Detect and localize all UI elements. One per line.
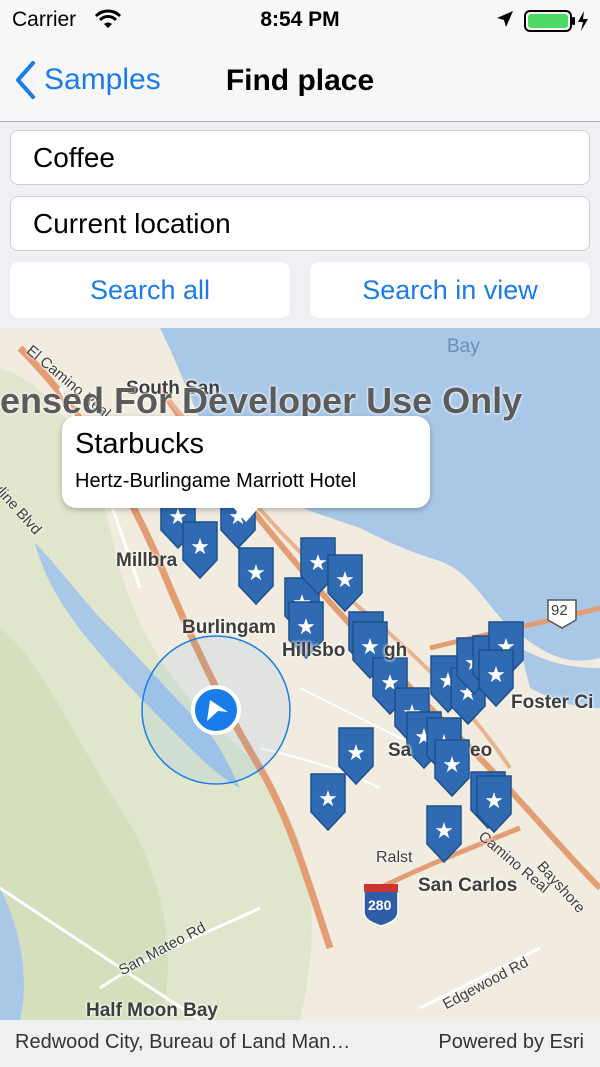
map-label-ralston: Ralst	[376, 849, 413, 866]
star-icon: ★	[486, 662, 506, 687]
powered-by-esri: Powered by Esri	[438, 1031, 584, 1053]
star-icon: ★	[346, 740, 366, 765]
map-label-highway-92: 92	[551, 602, 568, 619]
page-title: Find place	[225, 64, 375, 97]
map-label-san-mateo-a: Sa	[388, 740, 412, 761]
location-arrow-icon	[495, 9, 515, 34]
user-location-icon	[191, 685, 241, 735]
navigation-bar: Samples Find place	[0, 40, 600, 122]
map-label-half-moon-bay: Half Moon Bay	[86, 1000, 218, 1020]
map-view[interactable]: ★★★★★★★★★★★★★★★★★★★★★★★★★★ Bay South San…	[0, 328, 600, 1020]
attribution-text[interactable]: Redwood City, Bureau of Land Man…	[15, 1031, 350, 1054]
poi-search-field[interactable]: Coffee	[10, 130, 590, 185]
star-icon: ★	[296, 614, 316, 639]
star-icon: ★	[335, 567, 355, 592]
star-icon: ★	[442, 752, 462, 777]
star-icon: ★	[434, 818, 454, 843]
callout-detail: Hertz-Burlingame Marriott Hotel	[75, 470, 357, 492]
location-search-field[interactable]: Current location	[10, 196, 590, 251]
star-icon: ★	[308, 550, 328, 575]
map-label-bay: Bay	[447, 336, 480, 357]
star-icon: ★	[318, 786, 338, 811]
battery-icon	[524, 9, 594, 38]
map-label-foster-city: Foster Ci	[511, 692, 594, 713]
map-label-millbrae: Millbra	[116, 550, 178, 571]
map-label-hillsborough-tail: gh	[384, 640, 408, 661]
map-label-san-carlos: San Carlos	[418, 875, 518, 896]
star-icon: ★	[190, 534, 210, 559]
status-bar: Carrier 8:54 PM	[0, 0, 600, 40]
map-label-hillsborough: Hillsbo	[282, 640, 346, 661]
star-icon: ★	[246, 560, 266, 585]
attribution-bar: Redwood City, Bureau of Land Man… Powere…	[0, 1020, 600, 1067]
map-label-burlingame: Burlingam	[182, 617, 276, 638]
search-form: Coffee Current location Search all Searc…	[0, 122, 600, 328]
map-label-san-mateo-b: eo	[470, 740, 493, 761]
star-icon: ★	[484, 788, 504, 813]
place-callout[interactable]: Starbucks Hertz-Burlingame Marriott Hote…	[62, 416, 430, 522]
map-label-highway-280: 280	[368, 897, 392, 913]
search-all-button[interactable]: Search all	[10, 262, 290, 318]
callout-pointer	[232, 506, 260, 522]
callout-title: Starbucks	[75, 428, 204, 460]
search-in-view-button[interactable]: Search in view	[310, 262, 590, 318]
star-icon: ★	[360, 634, 380, 659]
